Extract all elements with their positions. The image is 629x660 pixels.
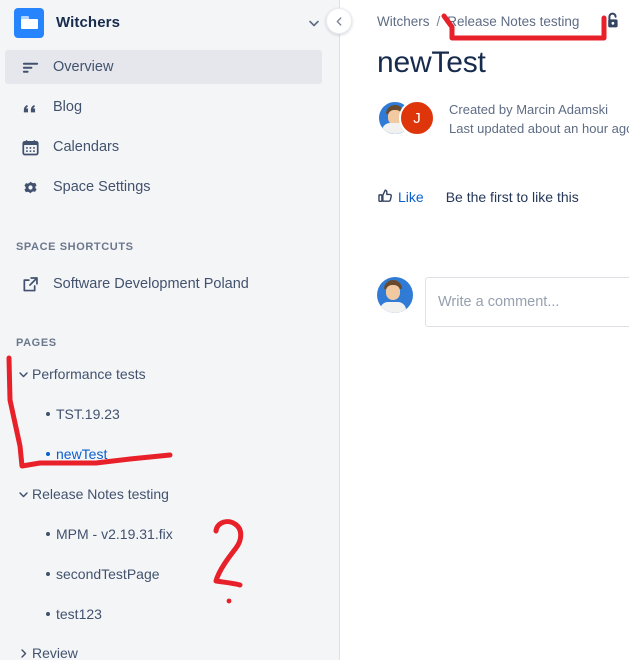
breadcrumb: Witchers / Release Notes testing [377, 14, 579, 29]
last-updated-text: Last updated about an hour ago b [449, 121, 629, 136]
bullet-icon [40, 572, 56, 576]
space-sidebar: Witchers Overview Blog Calendars Space S… [0, 0, 340, 660]
bullet-icon [40, 412, 56, 416]
sidebar-shortcut-label: Software Development Poland [53, 276, 249, 292]
confluence-space-page: Witchers Overview Blog Calendars Space S… [0, 0, 629, 660]
sidebar-collapse-button[interactable] [326, 8, 352, 34]
page-tree-item-tst-19-23[interactable]: TST.19.23 [40, 399, 120, 429]
author-avatars: J [377, 100, 435, 136]
page-tree-label: secondTestPage [56, 566, 160, 582]
page-tree-label: newTest [56, 446, 108, 462]
sidebar-item-overview[interactable]: Overview [5, 50, 322, 84]
chevron-down-icon[interactable] [14, 489, 32, 500]
external-link-icon [13, 275, 47, 294]
avatar-initial[interactable]: J [399, 100, 435, 136]
bullet-icon [40, 532, 56, 536]
bullet-icon [40, 452, 56, 456]
chevron-down-icon[interactable] [14, 369, 32, 380]
bullet-icon [40, 612, 56, 616]
page-tree-item-release-notes-testing[interactable]: Release Notes testing [14, 479, 169, 509]
page-tree-item-secondtestpage[interactable]: secondTestPage [40, 559, 160, 589]
page-tree-item-test123[interactable]: test123 [40, 599, 102, 629]
page-tree-label: MPM - v2.19.31.fix [56, 526, 173, 542]
byline-text: Created by Marcin Adamski Last updated a… [449, 100, 629, 138]
comment-input[interactable]: Write a comment... [425, 277, 629, 327]
sidebar-item-label: Calendars [53, 139, 120, 155]
page-byline: J Created by Marcin Adamski Last updated… [377, 100, 629, 138]
page-title: newTest [377, 46, 486, 79]
breadcrumb-item-release-notes-testing[interactable]: Release Notes testing [447, 14, 579, 29]
page-tree-item-newtest[interactable]: newTest [40, 439, 107, 469]
page-tree-label: TST.19.23 [56, 406, 120, 422]
page-tree-label: Review [32, 645, 78, 660]
comment-row: Write a comment... [377, 277, 629, 327]
space-shortcuts-heading: SPACE SHORTCUTS [16, 241, 134, 253]
like-button[interactable]: Like [377, 188, 424, 205]
quote-icon [13, 98, 47, 117]
sidebar-item-space-settings[interactable]: Space Settings [5, 170, 322, 204]
page-tree-item-performance-tests[interactable]: Performance tests [14, 359, 146, 389]
page-tree-item-mpm[interactable]: MPM - v2.19.31.fix [40, 519, 173, 549]
page-tree-item-review[interactable]: Review [14, 638, 78, 660]
page-tree-label: Release Notes testing [32, 486, 169, 502]
sidebar-item-blog[interactable]: Blog [5, 90, 322, 124]
thumbs-up-icon [377, 188, 394, 205]
current-user-avatar [377, 277, 413, 313]
like-hint: Be the first to like this [445, 188, 579, 205]
page-content: Witchers / Release Notes testing newTest… [341, 0, 629, 660]
gear-icon [13, 178, 47, 197]
calendar-icon [13, 138, 47, 157]
space-name: Witchers [56, 14, 121, 31]
overview-lines-icon [13, 58, 47, 77]
folder-icon [20, 16, 38, 29]
sidebar-shortcut-software-development-poland[interactable]: Software Development Poland [5, 267, 322, 301]
sidebar-item-label: Blog [53, 99, 83, 115]
like-row: Like Be the first to like this [377, 188, 579, 205]
unlock-icon[interactable] [602, 10, 624, 32]
sidebar-item-calendars[interactable]: Calendars [5, 130, 322, 164]
pages-heading: PAGES [16, 337, 57, 349]
space-logo [14, 7, 44, 38]
sidebar-item-label: Space Settings [53, 179, 151, 195]
space-header[interactable]: Witchers [0, 0, 339, 45]
sidebar-item-label: Overview [53, 59, 114, 75]
breadcrumb-item-witchers[interactable]: Witchers [377, 14, 430, 29]
page-tree-label: test123 [56, 606, 102, 622]
like-label: Like [398, 188, 424, 205]
created-by-text: Created by Marcin Adamski [449, 102, 608, 117]
chevron-right-icon[interactable] [14, 648, 32, 659]
breadcrumb-separator: / [436, 14, 441, 29]
page-tree-label: Performance tests [32, 366, 146, 382]
chevron-down-icon[interactable] [308, 16, 320, 28]
